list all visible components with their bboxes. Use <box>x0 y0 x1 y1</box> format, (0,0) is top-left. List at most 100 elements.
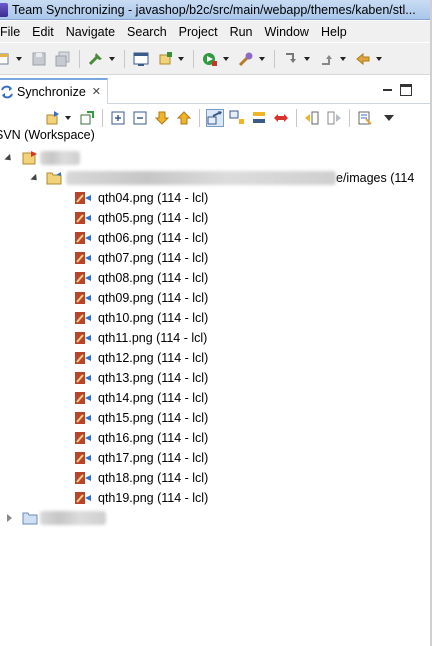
tree-file-row[interactable]: qth06.png (114 - lcl) <box>74 228 208 248</box>
tree-file-row[interactable]: qth16.png (114 - lcl) <box>74 428 208 448</box>
tree-file-row[interactable]: qth12.png (114 - lcl) <box>74 348 208 368</box>
tree-file-row[interactable]: qth13.png (114 - lcl) <box>74 368 208 388</box>
tab-synchronize-label: Synchronize <box>17 84 86 99</box>
collapse-twisty-icon[interactable] <box>4 513 14 523</box>
outgoing-change-icon <box>75 292 91 304</box>
menu-project[interactable]: Project <box>173 25 224 39</box>
file-name: qth16.png (114 - lcl) <box>98 431 209 445</box>
tree-folder-row[interactable]: e/images (114 <box>30 168 430 188</box>
synchronize-icon <box>1 85 13 98</box>
back-dropdown[interactable] <box>375 50 383 68</box>
tree-file-row[interactable]: qth04.png (114 - lcl) <box>74 188 208 208</box>
file-name: qth06.png (114 - lcl) <box>98 231 209 245</box>
tree-file-row[interactable]: qth08.png (114 - lcl) <box>74 268 208 288</box>
folder-icon <box>46 172 62 185</box>
outgoing-change-icon <box>75 332 91 344</box>
maximize-view-icon[interactable] <box>400 84 412 96</box>
new-dropdown[interactable] <box>15 50 23 68</box>
redacted-folder-name <box>40 511 106 525</box>
expand-twisty-icon[interactable] <box>4 153 14 163</box>
outgoing-change-icon <box>75 372 91 384</box>
folder-path-suffix: e/images (114 <box>336 171 415 185</box>
next-annotation-dropdown[interactable] <box>303 50 311 68</box>
menu-window[interactable]: Window <box>259 25 315 39</box>
menu-run[interactable]: Run <box>224 25 259 39</box>
package-dropdown[interactable] <box>177 50 185 68</box>
outgoing-change-icon <box>75 472 91 484</box>
collapse-all-icon[interactable] <box>131 109 149 127</box>
external-tools-icon[interactable] <box>237 50 255 68</box>
scope-label: SVN (Workspace) <box>0 128 95 142</box>
incoming-outgoing-mode-icon[interactable] <box>250 109 268 127</box>
menu-search[interactable]: Search <box>121 25 173 39</box>
prev-annotation-dropdown[interactable] <box>339 50 347 68</box>
tree-file-row[interactable]: qth14.png (114 - lcl) <box>74 388 208 408</box>
synchronize-dropdown-icon[interactable] <box>44 109 62 127</box>
previous-difference-icon[interactable] <box>175 109 193 127</box>
outgoing-change-icon <box>75 492 91 504</box>
file-name: qth04.png (114 - lcl) <box>98 191 209 205</box>
next-difference-icon[interactable] <box>153 109 171 127</box>
build-dropdown[interactable] <box>108 50 116 68</box>
menu-edit[interactable]: Edit <box>26 25 60 39</box>
tree-collapsed-folder-row[interactable] <box>4 508 106 528</box>
commit-icon[interactable] <box>325 109 343 127</box>
file-name: qth08.png (114 - lcl) <box>98 271 209 285</box>
tree-file-row[interactable]: qth17.png (114 - lcl) <box>74 448 208 468</box>
main-toolbar <box>0 43 432 75</box>
menu-file[interactable]: File <box>0 25 26 39</box>
tree-file-row[interactable]: qth10.png (114 - lcl) <box>74 308 208 328</box>
back-icon[interactable] <box>354 50 372 68</box>
outgoing-change-icon <box>75 212 91 224</box>
conflicts-mode-icon[interactable] <box>272 109 290 127</box>
tree-file-row[interactable]: qth11.png (114 - lcl) <box>74 328 207 348</box>
prev-annotation-icon[interactable] <box>318 50 336 68</box>
menu-bar: File Edit Navigate Search Project Run Wi… <box>0 21 432 42</box>
file-name: qth10.png (114 - lcl) <box>98 311 209 325</box>
run-dropdown[interactable] <box>222 50 230 68</box>
outgoing-change-icon <box>75 272 91 284</box>
window-titlebar: Team Synchronizing - javashop/b2c/src/ma… <box>0 0 432 20</box>
pin-icon[interactable] <box>78 109 96 127</box>
window-title: Team Synchronizing - javashop/b2c/src/ma… <box>12 2 416 17</box>
expand-twisty-icon[interactable] <box>30 173 40 183</box>
view-menu-chevron-icon[interactable] <box>382 109 396 127</box>
tree-file-row[interactable]: qth07.png (114 - lcl) <box>74 248 208 268</box>
file-name: qth17.png (114 - lcl) <box>98 451 209 465</box>
new-package-icon[interactable] <box>156 50 174 68</box>
next-annotation-icon[interactable] <box>282 50 300 68</box>
tree-project-row[interactable] <box>4 148 80 168</box>
project-icon <box>22 151 37 165</box>
file-name: qth09.png (114 - lcl) <box>98 291 209 305</box>
minimize-view-icon[interactable] <box>382 84 394 96</box>
tree-file-row[interactable]: qth19.png (114 - lcl) <box>74 488 208 508</box>
save-all-icon[interactable] <box>54 50 72 68</box>
tree-file-row[interactable]: qth18.png (114 - lcl) <box>74 468 208 488</box>
external-tools-dropdown[interactable] <box>258 50 266 68</box>
menu-navigate[interactable]: Navigate <box>60 25 121 39</box>
show-annotations-icon[interactable] <box>356 109 374 127</box>
close-tab-icon[interactable]: ✕ <box>92 85 101 98</box>
file-name: qth19.png (114 - lcl) <box>98 491 209 505</box>
outgoing-change-icon <box>75 412 91 424</box>
redacted-project-name <box>40 151 80 165</box>
outgoing-change-icon <box>75 452 91 464</box>
tab-synchronize[interactable]: Synchronize ✕ <box>0 77 109 104</box>
file-name: qth07.png (114 - lcl) <box>98 251 209 265</box>
run-icon[interactable] <box>201 50 219 68</box>
tree-file-row[interactable]: qth15.png (114 - lcl) <box>74 408 208 428</box>
outgoing-mode-icon[interactable] <box>206 109 224 127</box>
console-icon[interactable] <box>132 50 150 68</box>
tree-file-row[interactable]: qth09.png (114 - lcl) <box>74 288 208 308</box>
incoming-mode-icon[interactable] <box>228 109 246 127</box>
eclipse-app-icon <box>0 2 8 17</box>
expand-all-icon[interactable] <box>109 109 127 127</box>
menu-help[interactable]: Help <box>315 25 353 39</box>
new-icon[interactable] <box>0 50 12 68</box>
update-icon[interactable] <box>303 109 321 127</box>
build-icon[interactable] <box>87 50 105 68</box>
tree-file-row[interactable]: qth05.png (114 - lcl) <box>74 208 208 228</box>
save-icon[interactable] <box>30 50 48 68</box>
synchronize-dropdown[interactable] <box>64 109 72 127</box>
outgoing-change-icon <box>75 192 91 204</box>
